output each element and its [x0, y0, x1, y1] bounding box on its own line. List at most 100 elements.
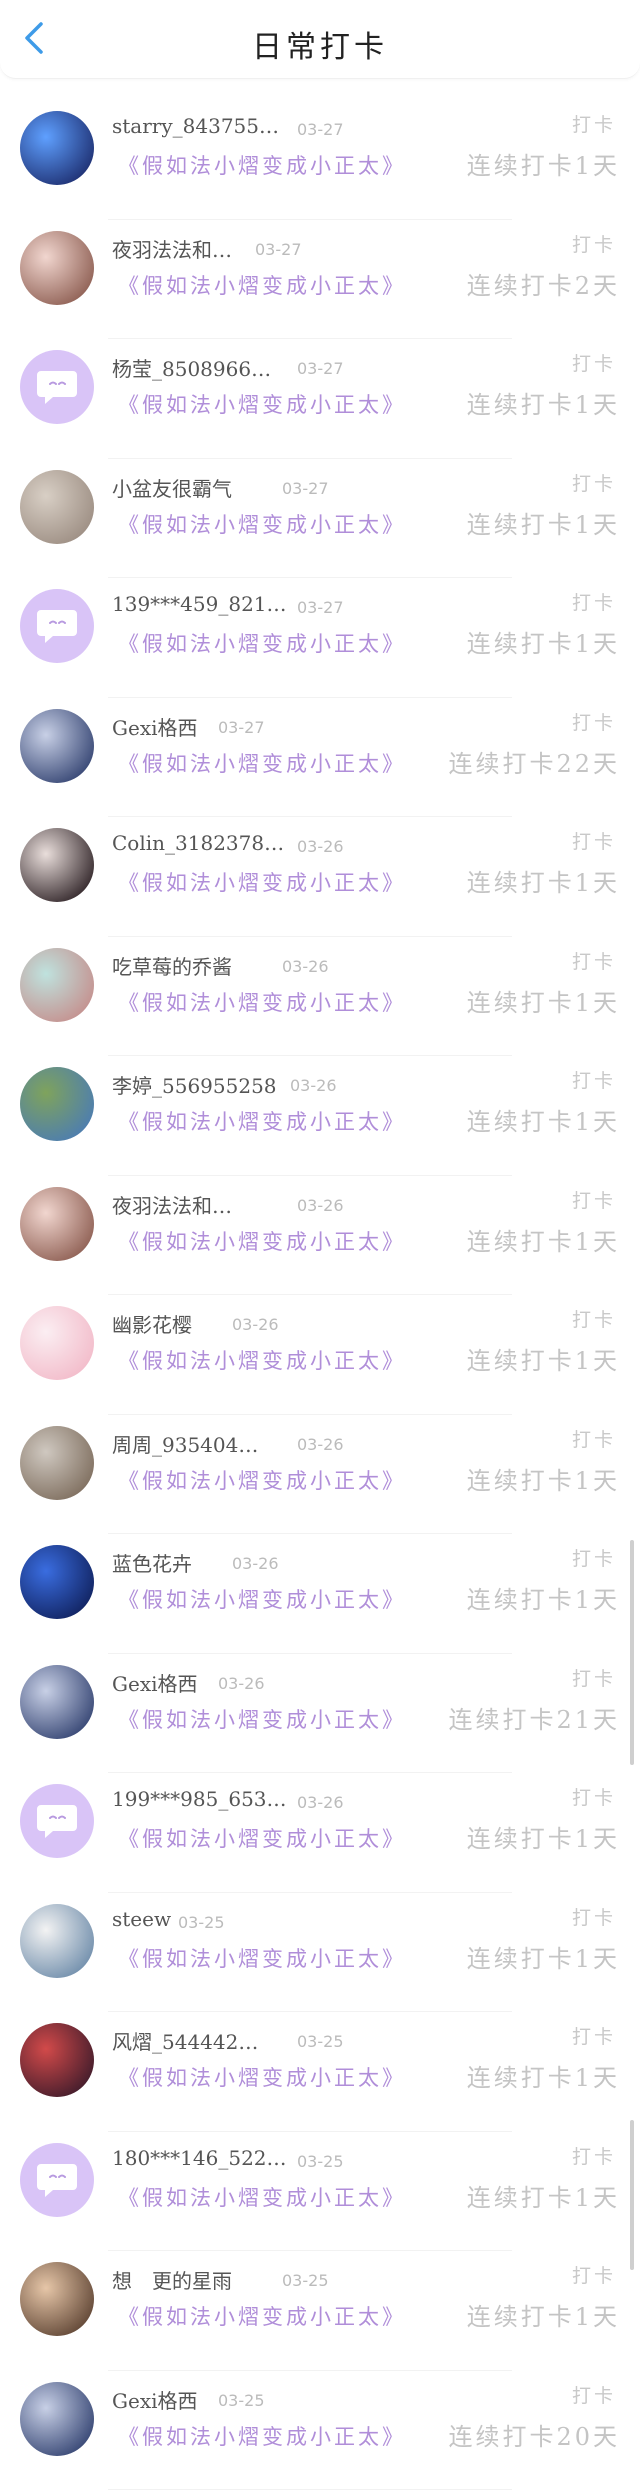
- scrollbar-thumb-secondary[interactable]: [630, 2120, 634, 2270]
- avatar[interactable]: [20, 2023, 94, 2097]
- checkin-date: 03-27: [297, 120, 344, 139]
- streak-count: 连续打卡1天: [467, 624, 620, 659]
- checkin-label: 打卡: [572, 2142, 616, 2169]
- book-title[interactable]: 《假如法小熠变成小正太》: [118, 628, 406, 658]
- avatar[interactable]: [20, 2143, 94, 2217]
- book-title[interactable]: 《假如法小熠变成小正太》: [118, 2421, 406, 2451]
- user-name: steew: [112, 1907, 171, 1931]
- checkin-label: 打卡: [572, 2261, 616, 2288]
- book-title[interactable]: 《假如法小熠变成小正太》: [118, 1943, 406, 1973]
- avatar[interactable]: [20, 2382, 94, 2456]
- avatar[interactable]: [20, 470, 94, 544]
- checkin-label: 打卡: [572, 947, 616, 974]
- avatar[interactable]: [20, 1784, 94, 1858]
- avatar[interactable]: [20, 1665, 94, 1739]
- user-name: Gexi格西: [112, 1668, 198, 1697]
- scrollbar-thumb[interactable]: [630, 1540, 634, 1765]
- book-title[interactable]: 《假如法小熠变成小正太》: [118, 1823, 406, 1853]
- avatar[interactable]: [20, 231, 94, 305]
- book-title[interactable]: 《假如法小熠变成小正太》: [118, 1704, 406, 1734]
- checkin-label: 打卡: [572, 1544, 616, 1571]
- streak-count: 连续打卡1天: [467, 146, 620, 181]
- checkin-row[interactable]: 180***146_522…03-25《假如法小熠变成小正太》打卡连续打卡1天: [0, 2132, 640, 2252]
- checkin-label: 打卡: [572, 708, 616, 735]
- checkin-label: 打卡: [572, 1903, 616, 1930]
- checkin-row[interactable]: Colin_3182378…03-26《假如法小熠变成小正太》打卡连续打卡1天: [0, 817, 640, 937]
- checkin-label: 打卡: [572, 1186, 616, 1213]
- user-name: 139***459_821…: [112, 592, 287, 616]
- avatar[interactable]: [20, 111, 94, 185]
- book-title[interactable]: 《假如法小熠变成小正太》: [118, 2062, 406, 2092]
- avatar[interactable]: [20, 1306, 94, 1380]
- book-title[interactable]: 《假如法小熠变成小正太》: [118, 748, 406, 778]
- book-title[interactable]: 《假如法小熠变成小正太》: [118, 867, 406, 897]
- book-title[interactable]: 《假如法小熠变成小正太》: [118, 987, 406, 1017]
- checkin-row[interactable]: 夜羽法法和…03-26《假如法小熠变成小正太》打卡连续打卡1天: [0, 1176, 640, 1296]
- book-title[interactable]: 《假如法小熠变成小正太》: [118, 1345, 406, 1375]
- avatar[interactable]: [20, 1545, 94, 1619]
- streak-count: 连续打卡1天: [467, 2297, 620, 2332]
- checkin-label: 打卡: [572, 349, 616, 376]
- book-title[interactable]: 《假如法小熠变成小正太》: [118, 2301, 406, 2331]
- streak-count: 连续打卡1天: [467, 1819, 620, 1854]
- checkin-row[interactable]: 想 更的星雨03-25《假如法小熠变成小正太》打卡连续打卡1天: [0, 2251, 640, 2371]
- avatar[interactable]: [20, 1426, 94, 1500]
- checkin-row[interactable]: Gexi格西03-25《假如法小熠变成小正太》打卡连续打卡20天: [0, 2371, 640, 2490]
- book-title[interactable]: 《假如法小熠变成小正太》: [118, 389, 406, 419]
- checkin-date: 03-25: [297, 2032, 344, 2051]
- checkin-row[interactable]: 风熠_544442…03-25《假如法小熠变成小正太》打卡连续打卡1天: [0, 2012, 640, 2132]
- book-title[interactable]: 《假如法小熠变成小正太》: [118, 2182, 406, 2212]
- checkin-row[interactable]: 139***459_821…03-27《假如法小熠变成小正太》打卡连续打卡1天: [0, 578, 640, 698]
- user-name: 周周_935404…: [112, 1429, 258, 1458]
- book-title[interactable]: 《假如法小熠变成小正太》: [118, 1584, 406, 1614]
- streak-count: 连续打卡1天: [467, 2058, 620, 2093]
- user-name: Gexi格西: [112, 712, 198, 741]
- checkin-date: 03-27: [218, 718, 265, 737]
- user-name: 夜羽法法和…: [112, 1190, 232, 1219]
- avatar[interactable]: [20, 1067, 94, 1141]
- checkin-row[interactable]: 小盆友很霸气03-27《假如法小熠变成小正太》打卡连续打卡1天: [0, 459, 640, 579]
- avatar[interactable]: [20, 589, 94, 663]
- user-name: Gexi格西: [112, 2385, 198, 2414]
- checkin-row[interactable]: 吃草莓的乔酱03-26《假如法小熠变成小正太》打卡连续打卡1天: [0, 937, 640, 1057]
- avatar[interactable]: [20, 1187, 94, 1261]
- checkin-date: 03-26: [297, 837, 344, 856]
- checkin-date: 03-26: [297, 1793, 344, 1812]
- book-title[interactable]: 《假如法小熠变成小正太》: [118, 1226, 406, 1256]
- book-title[interactable]: 《假如法小熠变成小正太》: [118, 509, 406, 539]
- checkin-date: 03-26: [232, 1554, 279, 1573]
- checkin-date: 03-26: [297, 1435, 344, 1454]
- checkin-row[interactable]: 夜羽法法和…03-27《假如法小熠变成小正太》打卡连续打卡2天: [0, 220, 640, 340]
- avatar[interactable]: [20, 2262, 94, 2336]
- chat-bubble-icon: [35, 367, 79, 407]
- checkin-row[interactable]: 杨莹_8508966…03-27《假如法小熠变成小正太》打卡连续打卡1天: [0, 339, 640, 459]
- streak-count: 连续打卡1天: [467, 1939, 620, 1974]
- book-title[interactable]: 《假如法小熠变成小正太》: [118, 1106, 406, 1136]
- user-name: 夜羽法法和…: [112, 234, 232, 263]
- avatar[interactable]: [20, 1904, 94, 1978]
- checkin-row[interactable]: steew03-25《假如法小熠变成小正太》打卡连续打卡1天: [0, 1893, 640, 2013]
- checkin-date: 03-27: [255, 240, 302, 259]
- streak-count: 连续打卡1天: [467, 863, 620, 898]
- avatar[interactable]: [20, 709, 94, 783]
- checkin-row[interactable]: 李婷_55695525803-26《假如法小熠变成小正太》打卡连续打卡1天: [0, 1056, 640, 1176]
- checkin-row[interactable]: 幽影花樱03-26《假如法小熠变成小正太》打卡连续打卡1天: [0, 1295, 640, 1415]
- book-title[interactable]: 《假如法小熠变成小正太》: [118, 270, 406, 300]
- checkin-row[interactable]: 蓝色花卉03-26《假如法小熠变成小正太》打卡连续打卡1天: [0, 1534, 640, 1654]
- checkin-row[interactable]: Gexi格西03-27《假如法小熠变成小正太》打卡连续打卡22天: [0, 698, 640, 818]
- avatar[interactable]: [20, 350, 94, 424]
- checkin-label: 打卡: [572, 827, 616, 854]
- streak-count: 连续打卡1天: [467, 983, 620, 1018]
- user-name: 蓝色花卉: [112, 1548, 192, 1577]
- avatar[interactable]: [20, 828, 94, 902]
- streak-count: 连续打卡1天: [467, 505, 620, 540]
- book-title[interactable]: 《假如法小熠变成小正太》: [118, 1465, 406, 1495]
- checkin-label: 打卡: [572, 2381, 616, 2408]
- streak-count: 连续打卡20天: [448, 2417, 620, 2452]
- checkin-row[interactable]: 周周_935404…03-26《假如法小熠变成小正太》打卡连续打卡1天: [0, 1415, 640, 1535]
- avatar[interactable]: [20, 948, 94, 1022]
- book-title[interactable]: 《假如法小熠变成小正太》: [118, 150, 406, 180]
- checkin-row[interactable]: starry_843755…03-27《假如法小熠变成小正太》打卡连续打卡1天: [0, 100, 640, 220]
- checkin-row[interactable]: Gexi格西03-26《假如法小熠变成小正太》打卡连续打卡21天: [0, 1654, 640, 1774]
- checkin-row[interactable]: 199***985_653…03-26《假如法小熠变成小正太》打卡连续打卡1天: [0, 1773, 640, 1893]
